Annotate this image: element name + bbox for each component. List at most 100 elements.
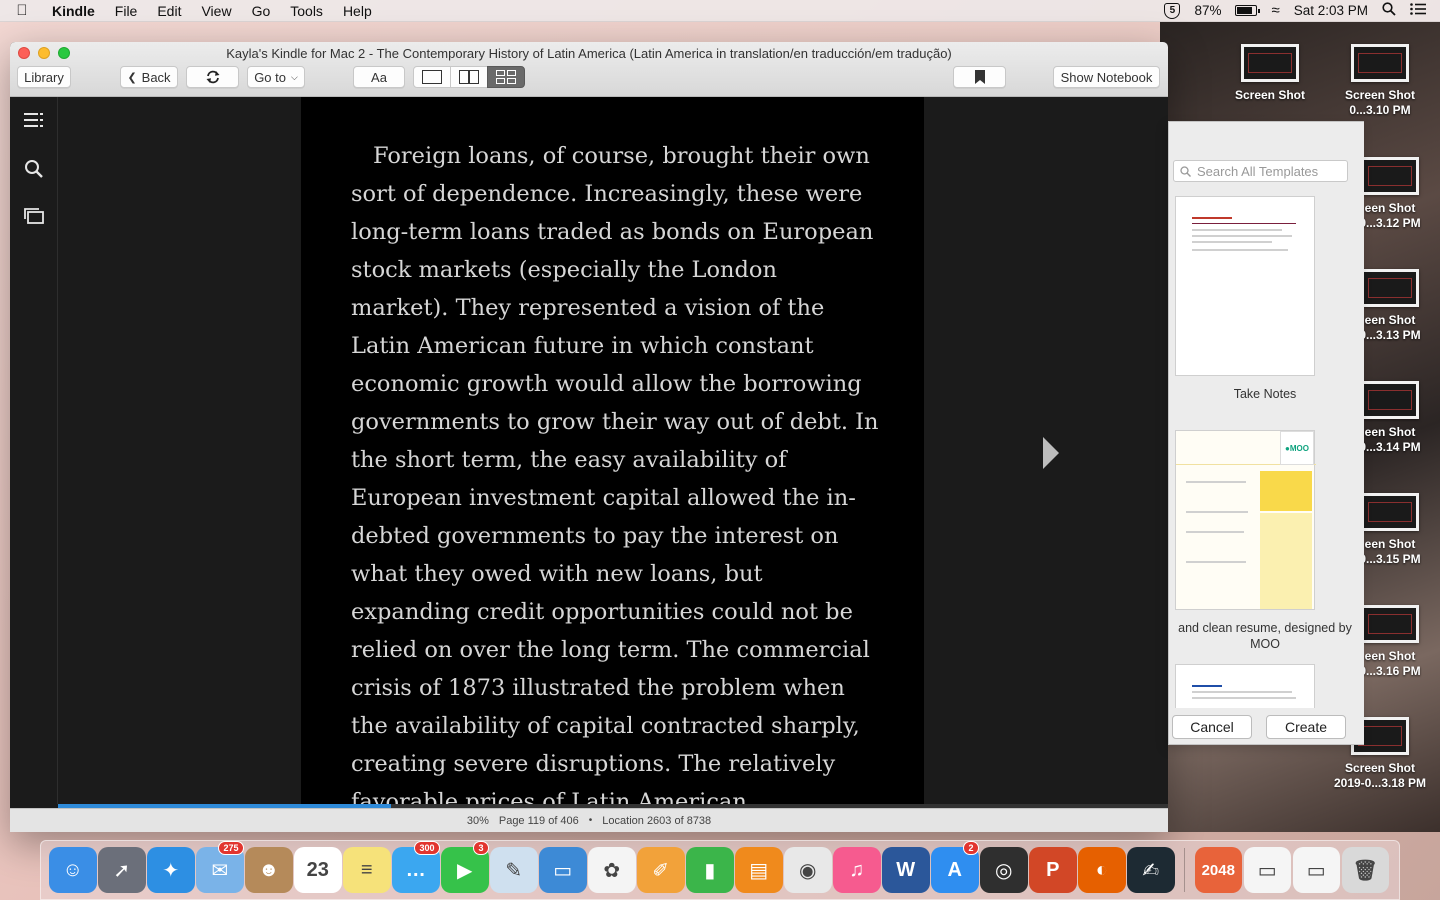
search-icon[interactable] [24,159,44,179]
menu-help[interactable]: Help [333,3,382,19]
menu-file[interactable]: File [105,3,148,19]
sync-button[interactable] [186,66,239,88]
desktop-file-screenshot-1[interactable]: Screen Shot [1220,44,1320,103]
chrome-icon[interactable]: ◉ [784,847,832,893]
separator-dot: • [588,815,593,826]
font-settings-button[interactable]: Aa [353,66,405,88]
battery-icon[interactable] [1235,5,1261,16]
template-thumbnail-list[interactable] [1175,664,1315,708]
ibooks-icon[interactable]: ▤ [735,847,783,893]
thumbnail-line [1186,511,1248,513]
window-titlebar[interactable]: Kayla's Kindle for Mac 2 - The Contempor… [10,42,1168,97]
thumbnail-heading [1192,217,1232,219]
create-button-label: Create [1284,719,1328,735]
bookmark-button[interactable] [953,66,1006,88]
dock-icon-glyph: ▭ [1257,859,1277,882]
firefox-icon[interactable]: ◐ [1078,847,1126,893]
dock-icon-glyph: … [405,858,426,881]
dock-icon-glyph: ◐ [1095,858,1108,881]
flashcards-icon[interactable] [24,207,44,227]
cancel-button-label: Cancel [1190,719,1234,735]
reader-footer: 30% Page 119 of 406 • Location 2603 of 8… [10,808,1168,832]
menu-edit[interactable]: Edit [147,3,191,19]
back-button[interactable]: ❮ Back [120,66,178,88]
facetime-icon[interactable]: ▶ 3 [441,841,489,893]
chrome-doc-icon-2[interactable]: ▭ [1292,847,1340,893]
create-button[interactable]: Create [1266,715,1346,739]
photos-icon[interactable]: ✿ [588,847,636,893]
preview-icon[interactable]: ✎ [490,847,538,893]
trash-icon[interactable]: 🗑 [1341,847,1389,893]
calendar-icon[interactable]: 23 [294,847,342,893]
menu-app-name[interactable]: Kindle [44,3,105,19]
screenshot-tool-icon[interactable]: ◎ [980,847,1028,893]
thumbnail-rule [1192,223,1296,224]
desktop-file-date: 0...3.16 PM [1359,664,1421,678]
word-icon[interactable]: W [882,847,930,893]
thumbnail-line [1192,229,1282,231]
dock-icon-glyph: W [896,858,916,881]
mail-icon[interactable]: ✉ 275 [196,841,244,893]
menu-view[interactable]: View [191,3,241,19]
thumbnail-accent-block [1260,471,1312,511]
chrome-doc-icon[interactable]: ▭ [1243,847,1291,893]
thumbnail-line [1192,249,1288,251]
keynote-icon[interactable]: ▭ [539,847,587,893]
single-column-button[interactable] [413,66,451,88]
next-page-arrow-icon[interactable] [1043,437,1059,469]
template-caption-resume: and clean resume, designed by MOO [1178,621,1352,651]
app-store-icon[interactable]: A2 [931,841,979,893]
template-thumbnail-resume[interactable]: ●MOO [1175,430,1316,610]
notification-badge: 3 [473,841,489,855]
moo-logo: ●MOO [1280,431,1314,465]
kindle-icon[interactable]: ✍ [1127,847,1175,893]
template-search-field[interactable]: Search All Templates [1173,160,1348,182]
library-button-label: Library [24,69,64,85]
dock-icon-glyph: ≡ [360,858,373,881]
show-notebook-label: Show Notebook [1060,69,1153,85]
book-paragraph: Foreign loans, of course, brought their … [351,143,879,815]
contacts-icon[interactable]: ☻ [245,847,293,893]
template-search-placeholder: Search All Templates [1197,163,1319,179]
screenshot-thumbnail [1361,157,1419,195]
menu-go[interactable]: Go [242,3,281,19]
apple-menu-icon[interactable]:  [0,2,44,19]
two-column-button[interactable] [450,66,488,88]
vpn-shield-icon[interactable]: 5 [1164,2,1181,19]
dock: ☺ ➚ ✦ ✉ 275 ☻ 23 ≡… 300 ▶ 3 ✎ ▭ ✿ ✐ ▮ ▤ ◉ ♫ W A 2 ◎ P ◐ ✍ 2048 ▭ ▭ 🗑 [40,840,1400,900]
book-page[interactable]: Foreign loans, of course, brought their … [301,97,924,815]
dock-icon-glyph: 2048 [1201,861,1235,879]
2048-icon[interactable]: 2048 [1194,847,1242,893]
desktop-file-label: Screen Shot [1234,88,1306,102]
itunes-icon[interactable]: ♫ [833,847,881,893]
dock-icon-glyph: ✐ [652,859,670,882]
desktop-file-label: een Shot [1364,649,1416,663]
template-thumbnail-take-notes[interactable] [1175,196,1315,376]
reader-sidebar [10,97,58,804]
powerpoint-icon[interactable]: P [1029,847,1077,893]
pages-icon[interactable]: ✐ [637,847,685,893]
grid-view-button[interactable] [487,66,525,88]
thumbnail-accent-column [1260,513,1312,609]
show-notebook-button[interactable]: Show Notebook [1053,66,1160,88]
clock[interactable]: Sat 2:03 PM [1294,3,1368,18]
desktop-file-label: een Shot [1364,201,1416,215]
thumbnail-heading [1192,685,1222,687]
desktop-file-screenshot-2[interactable]: Screen Shot 0...3.10 PM [1330,44,1430,118]
launchpad-icon[interactable]: ➚ [98,847,146,893]
messages-icon[interactable]: … 300 [392,841,440,893]
go-to-dropdown[interactable]: Go to ⌵ [247,66,305,88]
table-of-contents-icon[interactable] [24,111,44,131]
menu-tools[interactable]: Tools [280,3,333,19]
notification-center-icon[interactable] [1410,3,1426,18]
numbers-icon[interactable]: ▮ [686,847,734,893]
safari-icon[interactable]: ✦ [147,847,195,893]
finder-icon[interactable]: ☺ [49,847,97,893]
grid-icon [496,70,516,84]
cancel-button[interactable]: Cancel [1172,715,1252,739]
wifi-icon[interactable]: ≈ [1271,2,1279,19]
library-button[interactable]: Library [17,66,71,88]
spotlight-search-icon[interactable] [1382,2,1396,19]
menu-bar:  Kindle File Edit View Go Tools Help 5 … [0,0,1440,22]
notes-icon[interactable]: ≡ [343,847,391,893]
